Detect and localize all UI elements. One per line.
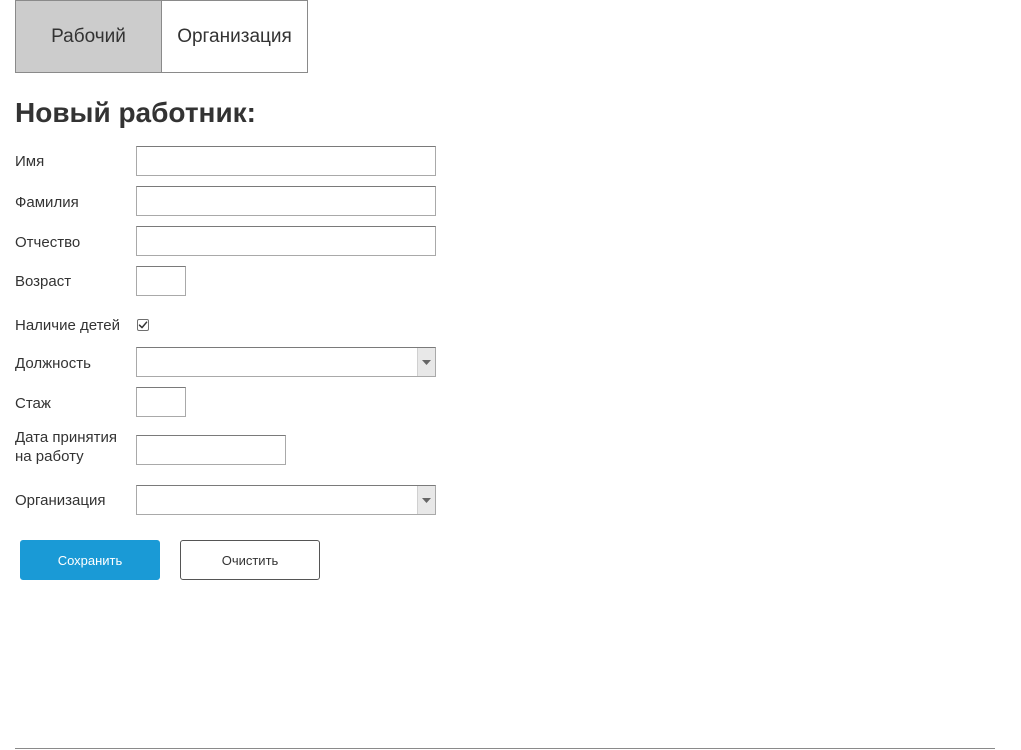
has-children-checkbox[interactable] bbox=[137, 319, 149, 331]
page-title: Новый работник: bbox=[15, 97, 256, 128]
patronymic-input[interactable] bbox=[136, 226, 436, 256]
tab-worker-label: Рабочий bbox=[51, 25, 126, 47]
organization-label: Организация bbox=[15, 492, 106, 509]
last-name-input[interactable] bbox=[136, 186, 436, 216]
clear-button[interactable]: Очистить bbox=[180, 540, 320, 580]
clear-button-label: Очистить bbox=[221, 552, 279, 568]
footer-divider bbox=[15, 748, 995, 749]
position-select[interactable] bbox=[136, 347, 436, 377]
hire-date-label-line1: Дата принятия bbox=[15, 429, 118, 446]
patronymic-label: Отчество bbox=[15, 234, 81, 251]
hire-date-input[interactable] bbox=[136, 435, 286, 465]
hire-date-label-line2: на работу bbox=[15, 448, 84, 465]
tab-organization-label: Организация bbox=[177, 25, 292, 47]
position-dropdown-button[interactable] bbox=[417, 348, 435, 376]
tab-bar: Рабочий Организация bbox=[15, 0, 308, 73]
organization-select[interactable] bbox=[136, 485, 436, 515]
age-input[interactable] bbox=[136, 266, 186, 296]
organization-dropdown-button[interactable] bbox=[417, 486, 435, 514]
has-children-label: Наличие детей bbox=[15, 317, 121, 334]
position-label: Должность bbox=[15, 355, 91, 372]
chevron-down-icon bbox=[422, 497, 431, 503]
experience-input[interactable] bbox=[136, 387, 186, 417]
check-icon bbox=[138, 321, 148, 329]
hire-date-label: Дата принятия на работу bbox=[15, 428, 117, 466]
first-name-label: Имя bbox=[15, 153, 45, 170]
age-label: Возраст bbox=[15, 273, 72, 290]
chevron-down-icon bbox=[422, 359, 431, 365]
save-button-label: Сохранить bbox=[57, 552, 123, 568]
last-name-label: Фамилия bbox=[15, 194, 79, 211]
experience-label: Стаж bbox=[15, 395, 51, 412]
first-name-input[interactable] bbox=[136, 146, 436, 176]
tab-organization[interactable]: Организация bbox=[162, 0, 308, 73]
tab-worker[interactable]: Рабочий bbox=[15, 0, 162, 73]
save-button[interactable]: Сохранить bbox=[20, 540, 160, 580]
